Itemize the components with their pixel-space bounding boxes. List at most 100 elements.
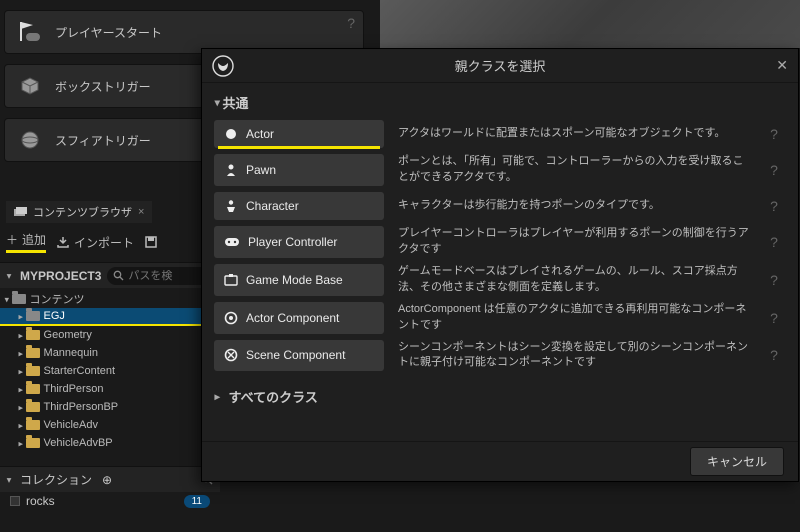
folder-label: VehicleAdvBP — [44, 437, 113, 449]
section-label: 共通 — [223, 93, 249, 112]
chevron-down-icon: ▾ — [7, 474, 12, 485]
place-item-label: スフィアトリガー — [55, 132, 151, 149]
place-item-label: プレイヤースタート — [55, 24, 162, 41]
tree-folder-egj[interactable]: ▸ EGJ — [0, 308, 220, 326]
help-icon[interactable]: ? — [762, 340, 786, 372]
section-all-classes-header[interactable]: ▸ すべてのクラス — [214, 377, 786, 406]
collections-header[interactable]: ▾ コレクション ⊕ — [0, 466, 220, 492]
import-button[interactable]: インポート — [56, 234, 134, 251]
search-icon — [113, 270, 124, 281]
folder-label: Mannequin — [44, 347, 98, 359]
gamepad-icon — [224, 236, 240, 248]
folder-icon — [26, 402, 40, 412]
add-collection-button[interactable]: ⊕ — [102, 473, 112, 487]
collection-swatch-icon — [10, 496, 20, 506]
folder-icon — [26, 420, 40, 430]
chevron-right-icon: ▸ — [19, 311, 23, 321]
cancel-button[interactable]: キャンセル — [690, 447, 784, 476]
content-browser-tab[interactable]: コンテンツブラウザ × — [6, 201, 152, 223]
tree-folder[interactable]: ▸Mannequin — [0, 344, 220, 362]
class-description: ポーンとは、「所有」可能で、コントローラーからの入力を受け取ることができるアクタ… — [384, 154, 762, 186]
chevron-right-icon: ▸ — [215, 390, 220, 403]
help-icon[interactable]: ? — [762, 120, 786, 148]
actor-component-icon — [224, 311, 238, 325]
class-name: Character — [246, 199, 299, 213]
add-button[interactable]: ＋ 追加 — [6, 231, 46, 253]
viewport-preview — [380, 0, 800, 48]
folder-icon — [26, 348, 40, 358]
dialog-footer: キャンセル — [202, 441, 798, 481]
tree-folder[interactable]: ▸Geometry — [0, 326, 220, 344]
import-label: インポート — [74, 234, 134, 251]
folder-icon — [12, 294, 26, 304]
class-option-pawn[interactable]: Pawn — [214, 154, 384, 186]
help-icon[interactable]: ? — [762, 264, 786, 296]
help-icon[interactable]: ? — [762, 192, 786, 220]
help-icon[interactable]: ? — [762, 154, 786, 186]
folder-label: Geometry — [44, 329, 92, 341]
folder-stack-icon — [14, 206, 28, 218]
collections-panel: ▾ コレクション ⊕ rocks 11 — [0, 466, 220, 510]
folder-icon — [26, 366, 40, 376]
chevron-right-icon: ▸ — [19, 438, 23, 448]
class-row-game-mode-base: Game Mode Base ゲームモードベースはプレイされるゲームの、ルール、… — [214, 264, 786, 296]
tree-folder[interactable]: ▸ThirdPerson — [0, 380, 220, 398]
project-header-row[interactable]: ▾ MYPROJECT3 — [0, 262, 220, 288]
place-item-label: ボックストリガー — [55, 78, 151, 95]
import-icon — [56, 235, 70, 249]
class-option-player-controller[interactable]: Player Controller — [214, 226, 384, 258]
chevron-right-icon: ▸ — [19, 402, 23, 412]
class-option-scene-component[interactable]: Scene Component — [214, 340, 384, 372]
class-option-actor[interactable]: Actor — [214, 120, 384, 148]
tree-root[interactable]: ▾ コンテンツ — [0, 290, 220, 308]
help-icon[interactable]: ? — [347, 15, 355, 31]
collections-label: コレクション — [20, 471, 92, 488]
save-all-button[interactable] — [144, 235, 158, 249]
tree-folder[interactable]: ▸VehicleAdv — [0, 416, 220, 434]
flag-gamepad-icon — [15, 19, 45, 45]
folder-icon — [26, 330, 40, 340]
help-icon[interactable]: ? — [762, 302, 786, 334]
folder-label: ThirdPersonBP — [44, 401, 119, 413]
sphere-trigger-icon — [15, 128, 45, 152]
class-description: ActorComponent は任意のアクタに追加できる再利用可能なコンポーネン… — [384, 302, 762, 334]
add-label: 追加 — [22, 231, 46, 248]
class-name: Actor — [246, 127, 274, 141]
dialog-title: 親クラスを選択 — [455, 56, 546, 75]
content-browser-sources: ▾ MYPROJECT3 ▾ コンテンツ ▸ EGJ ▸Geometry ▸Ma… — [0, 262, 220, 454]
class-option-actor-component[interactable]: Actor Component — [214, 302, 384, 334]
folder-icon — [26, 384, 40, 394]
class-description: プレイヤーコントローラはプレイヤーが利用するポーンの制御を行うアクタです — [384, 226, 762, 258]
class-row-scene-component: Scene Component シーンコンポーネントはシーン変換を設定して別のシ… — [214, 340, 786, 372]
class-row-pawn: Pawn ポーンとは、「所有」可能で、コントローラーからの入力を受け取ることがで… — [214, 154, 786, 186]
close-icon[interactable]: × — [138, 206, 144, 218]
plus-icon: ＋ — [6, 231, 18, 248]
source-search[interactable] — [107, 267, 214, 285]
class-option-game-mode-base[interactable]: Game Mode Base — [214, 264, 384, 296]
tree-folder[interactable]: ▸ ThirdPersonBP — [0, 398, 220, 416]
section-common-header[interactable]: ▾ 共通 — [214, 89, 786, 120]
class-row-player-controller: Player Controller プレイヤーコントローラはプレイヤーが利用する… — [214, 226, 786, 258]
folder-icon — [26, 311, 40, 321]
folder-label: StarterContent — [44, 365, 116, 377]
tree-folder[interactable]: ▸ StarterContent — [0, 362, 220, 380]
project-name: MYPROJECT3 — [20, 269, 101, 283]
dialog-close-button[interactable]: ✕ — [776, 57, 788, 74]
all-classes-label: すべてのクラス — [229, 387, 318, 406]
class-option-character[interactable]: Character — [214, 192, 384, 220]
help-icon[interactable]: ? — [762, 226, 786, 258]
class-name: Scene Component — [246, 348, 345, 362]
collection-name: rocks — [26, 494, 55, 508]
collection-item[interactable]: rocks 11 — [0, 492, 220, 510]
pawn-icon — [224, 163, 238, 177]
chevron-down-icon: ▾ — [7, 270, 12, 281]
pick-parent-class-dialog: 親クラスを選択 ✕ ▾ 共通 Actor アクタはワールドに配置またはスポーン可… — [201, 48, 799, 482]
content-browser-tabbar: コンテンツブラウザ × — [0, 200, 152, 224]
actor-icon — [224, 127, 238, 141]
tab-label: コンテンツブラウザ — [33, 204, 132, 220]
search-input[interactable] — [128, 270, 178, 282]
tree-folder[interactable]: ▸ VehicleAdvBP — [0, 434, 220, 452]
dialog-body: ▾ 共通 Actor アクタはワールドに配置またはスポーン可能なオブジェクトです… — [202, 83, 798, 412]
chevron-right-icon: ▸ — [19, 366, 23, 376]
class-name: Pawn — [246, 163, 276, 177]
